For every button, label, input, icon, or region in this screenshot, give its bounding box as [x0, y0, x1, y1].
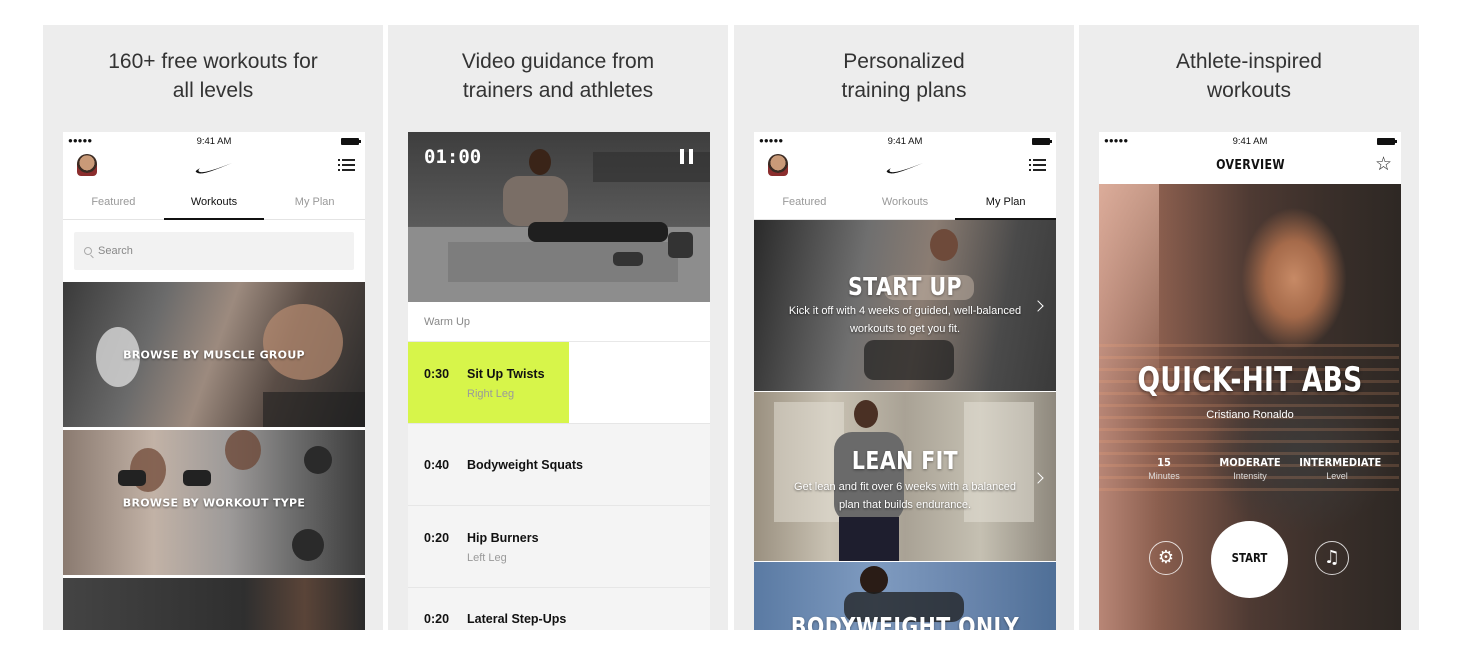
battery-icon	[1377, 138, 1397, 145]
plan-photo	[774, 400, 1034, 561]
page-title: OVERVIEW	[1215, 158, 1285, 173]
exercise-time: 0:40	[424, 458, 450, 472]
status-time: 9:41 AM	[887, 136, 923, 147]
section-label: Warm Up	[408, 302, 710, 342]
pause-icon[interactable]	[680, 149, 693, 164]
athlete-name: Cristiano Ronaldo	[1206, 409, 1294, 421]
tab-bar: Featured Workouts My Plan	[754, 188, 1056, 220]
exercise-side: Right Leg	[467, 388, 515, 400]
phone-screen: ●●●●● 9:41 AM OVERVIEW ☆ QUICK-HIT ABS C…	[1099, 132, 1401, 630]
tile-label: BROWSE BY WORKOUT TYPE	[122, 496, 306, 509]
app-header	[63, 152, 365, 188]
status-bar: ●●●●● 9:41 AM	[754, 132, 1056, 152]
gear-icon: ⚙	[1157, 547, 1175, 568]
plan-start-up[interactable]: START UP Kick it off with 4 weeks of gui…	[754, 220, 1056, 392]
plan-lean-fit[interactable]: LEAN FIT Get lean and fit over 6 weeks w…	[754, 392, 1056, 562]
start-button[interactable]: START	[1211, 521, 1288, 598]
exercise-row[interactable]: 0:20 Hip Burners Left Leg	[408, 506, 710, 588]
panel-caption: Personalized training plans	[841, 50, 967, 102]
exercise-row-current[interactable]: 0:30 Sit Up Twists Right Leg	[408, 342, 710, 424]
stat-level: INTERMEDIATE Level	[1299, 456, 1382, 481]
exercise-row[interactable]: 0:40 Bodyweight Squats	[408, 424, 710, 506]
plan-title: LEAN FIT	[851, 446, 959, 475]
app-header	[754, 152, 1056, 188]
status-bar: ●●●●● 9:41 AM	[1099, 132, 1401, 152]
tile-browse-muscle-group[interactable]: BROWSE BY MUSCLE GROUP	[63, 282, 365, 427]
tab-workouts[interactable]: Workouts	[855, 188, 956, 219]
plan-bodyweight-only[interactable]: BODYWEIGHT ONLY	[754, 562, 1056, 630]
nike-swoosh-icon	[886, 163, 923, 174]
phone-screen: ●●●●● 9:41 AM Featured Workouts My Plan …	[754, 132, 1056, 630]
tab-bar: Featured Workouts My Plan	[63, 188, 365, 220]
tab-my-plan[interactable]: My Plan	[264, 188, 365, 219]
exercise-side: Left Leg	[467, 552, 507, 564]
stat-duration: 15 Minutes	[1148, 456, 1180, 481]
panel-caption: 160+ free workouts for all levels	[108, 50, 318, 102]
current-highlight	[408, 342, 569, 423]
panel-caption: Video guidance from trainers and athlete…	[461, 50, 655, 102]
exercise-name: Hip Burners	[467, 531, 539, 545]
search-input[interactable]: Search	[74, 232, 354, 270]
start-label: START	[1231, 551, 1268, 565]
workout-stats: 15 Minutes MODERATE Intensity INTERMEDIA…	[1099, 456, 1401, 488]
search-icon	[84, 247, 92, 255]
status-time: 9:41 AM	[196, 136, 232, 147]
music-button[interactable]: ♫	[1315, 541, 1349, 575]
plan-description: Kick it off with 4 weeks of guided, well…	[788, 305, 1022, 335]
star-icon[interactable]: ☆	[1375, 154, 1392, 176]
avatar[interactable]	[77, 154, 97, 176]
tab-workouts[interactable]: Workouts	[163, 188, 265, 220]
nike-swoosh-icon	[195, 163, 232, 174]
tile-next[interactable]	[63, 578, 365, 630]
video-player[interactable]: 01:00	[408, 132, 710, 302]
workout-title: QUICK-HIT ABS	[1137, 360, 1363, 400]
exercise-name: Lateral Step-Ups	[467, 612, 567, 626]
panel-video-guidance: Video guidance from trainers and athlete…	[388, 25, 728, 630]
tile-browse-workout-type[interactable]: BROWSE BY WORKOUT TYPE	[63, 430, 365, 575]
phone-screen: 01:00 Warm Up 0:30 Sit Up Twists Right L…	[408, 132, 710, 630]
list-icon[interactable]	[1029, 159, 1046, 173]
exercise-time: 0:30	[424, 367, 450, 381]
panel-free-workouts: 160+ free workouts for all levels ●●●●● …	[43, 25, 383, 630]
settings-button[interactable]: ⚙	[1149, 541, 1183, 575]
exercise-time: 0:20	[424, 531, 450, 545]
status-bar: ●●●●● 9:41 AM	[63, 132, 365, 152]
exercise-name: Sit Up Twists	[467, 367, 545, 381]
exercise-time: 0:20	[424, 612, 450, 626]
tab-featured[interactable]: Featured	[754, 188, 855, 219]
video-timer: 01:00	[424, 146, 482, 168]
status-time: 9:41 AM	[1232, 136, 1268, 147]
tile-label: BROWSE BY MUSCLE GROUP	[123, 348, 305, 361]
list-icon[interactable]	[338, 159, 355, 173]
search-container: Search	[63, 220, 365, 282]
panel-training-plans: Personalized training plans ●●●●● 9:41 A…	[734, 25, 1074, 630]
music-note-icon: ♫	[1323, 547, 1341, 568]
plan-title: START UP	[848, 272, 962, 301]
tab-featured[interactable]: Featured	[63, 188, 164, 219]
plan-description: Get lean and fit over 6 weeks with a bal…	[794, 481, 1016, 511]
battery-icon	[341, 138, 361, 145]
exercise-name: Bodyweight Squats	[467, 458, 583, 472]
overview-header: OVERVIEW ☆	[1099, 152, 1401, 184]
panel-caption: Athlete-inspired workouts	[1176, 50, 1322, 102]
plan-title: BODYWEIGHT ONLY	[790, 612, 1020, 630]
tab-my-plan[interactable]: My Plan	[955, 188, 1056, 220]
avatar[interactable]	[768, 154, 788, 176]
exercise-row[interactable]: 0:20 Lateral Step-Ups	[408, 588, 710, 630]
workout-hero: QUICK-HIT ABS Cristiano Ronaldo 15 Minut…	[1099, 184, 1401, 630]
search-placeholder: Search	[98, 245, 133, 257]
stat-intensity: MODERATE Intensity	[1219, 456, 1281, 481]
panel-athlete-workouts: Athlete-inspired workouts ●●●●● 9:41 AM …	[1079, 25, 1419, 630]
phone-screen: ●●●●● 9:41 AM Featured Workouts My Plan …	[63, 132, 365, 630]
battery-icon	[1032, 138, 1052, 145]
